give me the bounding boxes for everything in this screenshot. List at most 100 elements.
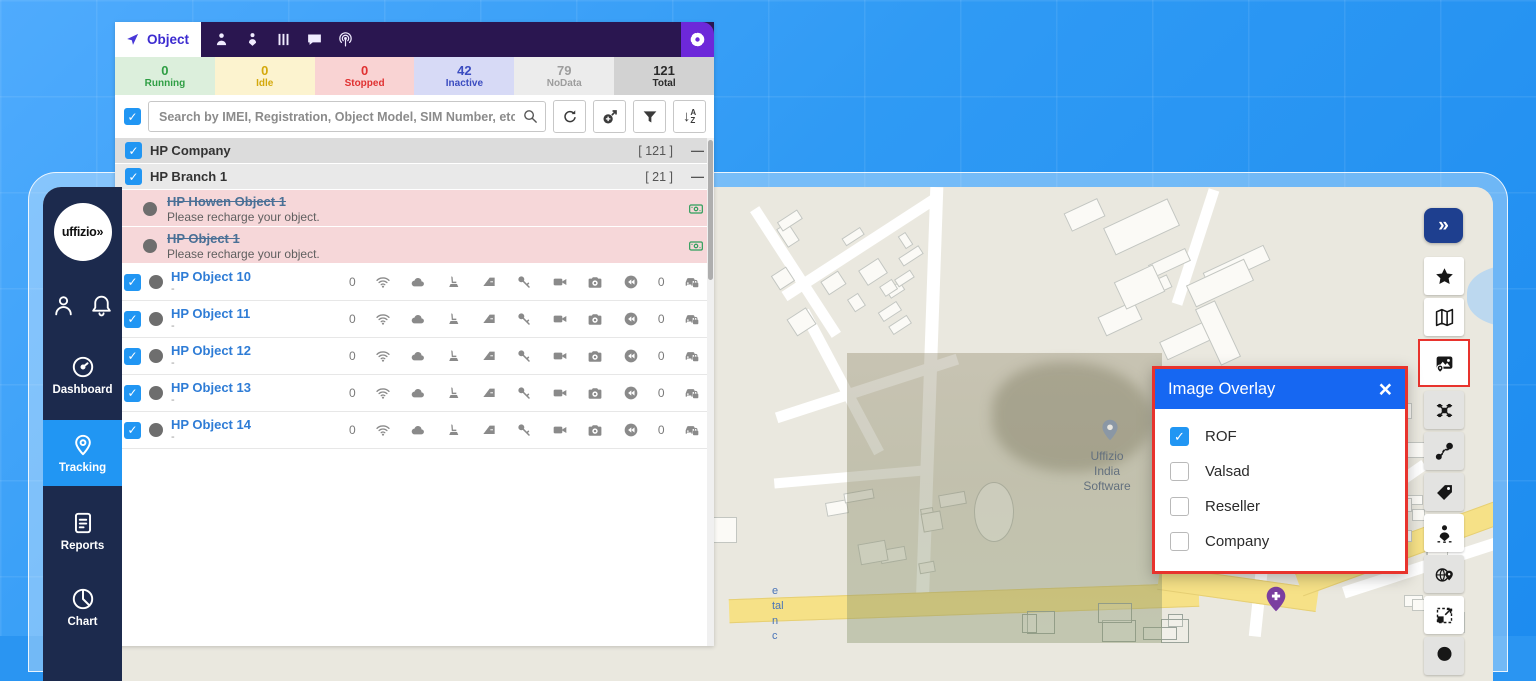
broadcast-icon[interactable] bbox=[337, 31, 354, 48]
panel-scrollbar[interactable] bbox=[707, 138, 714, 646]
seat-icon[interactable] bbox=[446, 311, 462, 327]
status-nodata[interactable]: 79NoData bbox=[514, 57, 614, 95]
map-type-button[interactable] bbox=[1424, 298, 1464, 336]
seat-icon[interactable] bbox=[446, 348, 462, 364]
notifications-bell-icon[interactable] bbox=[89, 293, 114, 318]
key-icon[interactable] bbox=[516, 274, 532, 290]
status-total[interactable]: 121Total bbox=[614, 57, 714, 95]
group-row[interactable]: ✓HP Branch 1[ 21 ]— bbox=[115, 164, 714, 190]
expired-object-row[interactable]: HP Object 1Please recharge your object. bbox=[115, 227, 714, 264]
door-icon[interactable] bbox=[481, 311, 497, 327]
overlay-checkbox[interactable] bbox=[1170, 497, 1189, 516]
car-lock-icon[interactable] bbox=[684, 422, 700, 438]
image-overlay-button[interactable] bbox=[1423, 344, 1465, 382]
resize-button[interactable] bbox=[1424, 596, 1464, 634]
object-row[interactable]: ✓HP Object 11-00 bbox=[115, 301, 714, 338]
overlay-option-valsad[interactable]: Valsad bbox=[1155, 454, 1405, 489]
group-checkbox[interactable]: ✓ bbox=[125, 142, 142, 159]
overlay-checkbox[interactable] bbox=[1170, 462, 1189, 481]
door-icon[interactable] bbox=[481, 348, 497, 364]
overlay-option-company[interactable]: Company bbox=[1155, 524, 1405, 559]
group-bars-icon[interactable] bbox=[275, 31, 292, 48]
overlay-checkbox[interactable] bbox=[1170, 532, 1189, 551]
object-name[interactable]: HP Object 13 bbox=[171, 380, 341, 395]
nearby-objects-button[interactable] bbox=[1424, 514, 1464, 552]
settings-gear-button[interactable] bbox=[681, 22, 714, 57]
sidebar-item-reports[interactable]: Reports bbox=[43, 500, 122, 562]
search-input[interactable] bbox=[148, 101, 546, 132]
close-icon[interactable]: × bbox=[1379, 378, 1392, 401]
route-button[interactable] bbox=[1424, 432, 1464, 470]
tab-object[interactable]: Object bbox=[115, 22, 201, 57]
camera-icon[interactable] bbox=[587, 311, 603, 327]
playback-icon[interactable] bbox=[623, 385, 639, 401]
overlay-option-reseller[interactable]: Reseller bbox=[1155, 489, 1405, 524]
video-camera-icon[interactable] bbox=[552, 385, 568, 401]
car-lock-icon[interactable] bbox=[684, 348, 700, 364]
car-lock-icon[interactable] bbox=[684, 385, 700, 401]
object-row[interactable]: ✓HP Object 13-00 bbox=[115, 375, 714, 412]
key-icon[interactable] bbox=[516, 385, 532, 401]
user-icon[interactable] bbox=[51, 293, 76, 318]
seat-icon[interactable] bbox=[446, 385, 462, 401]
door-icon[interactable] bbox=[481, 385, 497, 401]
sidebar-item-tracking[interactable]: Tracking bbox=[43, 420, 122, 486]
drone-view-button[interactable] bbox=[1424, 391, 1464, 429]
cloud-icon[interactable] bbox=[410, 311, 426, 327]
status-stopped[interactable]: 0Stopped bbox=[315, 57, 415, 95]
favorites-button[interactable] bbox=[1424, 257, 1464, 295]
car-lock-icon[interactable] bbox=[684, 311, 700, 327]
zoom-control-button[interactable] bbox=[1424, 637, 1464, 675]
technician-icon[interactable] bbox=[244, 31, 261, 48]
tag-button[interactable] bbox=[1424, 473, 1464, 511]
chat-icon[interactable] bbox=[306, 31, 323, 48]
wifi-icon[interactable] bbox=[375, 274, 391, 290]
collapse-minus-icon[interactable]: — bbox=[691, 169, 704, 184]
row-checkbox[interactable]: ✓ bbox=[124, 422, 141, 439]
refresh-button[interactable] bbox=[553, 100, 586, 133]
status-idle[interactable]: 0Idle bbox=[215, 57, 315, 95]
cloud-icon[interactable] bbox=[410, 385, 426, 401]
camera-icon[interactable] bbox=[587, 274, 603, 290]
sort-button[interactable]: ↓AZ bbox=[673, 100, 706, 133]
sidebar-item-dashboard[interactable]: Dashboard bbox=[43, 344, 122, 406]
wifi-icon[interactable] bbox=[375, 385, 391, 401]
object-row[interactable]: ✓HP Object 14-00 bbox=[115, 412, 714, 449]
cloud-icon[interactable] bbox=[410, 348, 426, 364]
video-camera-icon[interactable] bbox=[552, 274, 568, 290]
camera-icon[interactable] bbox=[587, 348, 603, 364]
cloud-icon[interactable] bbox=[410, 422, 426, 438]
recharge-icon[interactable] bbox=[688, 201, 704, 217]
add-object-button[interactable] bbox=[593, 100, 626, 133]
object-row[interactable]: ✓HP Object 12-00 bbox=[115, 338, 714, 375]
key-icon[interactable] bbox=[516, 311, 532, 327]
cloud-icon[interactable] bbox=[410, 274, 426, 290]
row-checkbox[interactable]: ✓ bbox=[124, 311, 141, 328]
row-checkbox[interactable]: ✓ bbox=[124, 274, 141, 291]
key-icon[interactable] bbox=[516, 422, 532, 438]
collapse-panel-button[interactable]: » bbox=[1424, 208, 1463, 243]
key-icon[interactable] bbox=[516, 348, 532, 364]
sidebar-item-chart[interactable]: Chart bbox=[43, 576, 122, 638]
video-camera-icon[interactable] bbox=[552, 348, 568, 364]
expired-object-row[interactable]: HP Howen Object 1Please recharge your ob… bbox=[115, 190, 714, 227]
car-lock-icon[interactable] bbox=[684, 274, 700, 290]
playback-icon[interactable] bbox=[623, 422, 639, 438]
group-row[interactable]: ✓HP Company[ 121 ]— bbox=[115, 138, 714, 164]
object-name[interactable]: HP Object 10 bbox=[171, 269, 341, 284]
recharge-icon[interactable] bbox=[688, 238, 704, 254]
status-running[interactable]: 0Running bbox=[115, 57, 215, 95]
door-icon[interactable] bbox=[481, 422, 497, 438]
object-name[interactable]: HP Object 12 bbox=[171, 343, 341, 358]
object-name[interactable]: HP Object 14 bbox=[171, 417, 341, 432]
overlay-checkbox[interactable]: ✓ bbox=[1170, 427, 1189, 446]
row-checkbox[interactable]: ✓ bbox=[124, 348, 141, 365]
wifi-icon[interactable] bbox=[375, 311, 391, 327]
row-checkbox[interactable]: ✓ bbox=[124, 385, 141, 402]
filter-button[interactable] bbox=[633, 100, 666, 133]
scrollbar-thumb[interactable] bbox=[708, 140, 713, 280]
object-name[interactable]: HP Object 11 bbox=[171, 306, 341, 321]
group-checkbox[interactable]: ✓ bbox=[125, 168, 142, 185]
video-camera-icon[interactable] bbox=[552, 422, 568, 438]
playback-icon[interactable] bbox=[623, 348, 639, 364]
